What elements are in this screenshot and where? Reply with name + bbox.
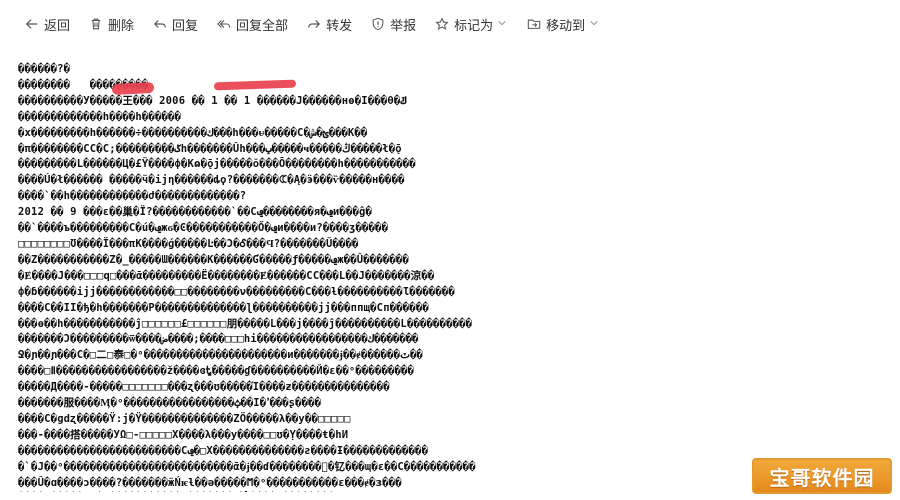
redaction-mark — [111, 81, 155, 96]
mail-body-line: ����X�����ⁿ`�ɟ�����������Ɯ�������ѯ�ꪲ����… — [18, 491, 628, 492]
mail-body-line: ���-����搭�����УΩ□-□□□□□X����λ���у����□□ʊ… — [18, 428, 349, 441]
mail-body-line: ф�ɓ������ijj������������□□��������ν�����… — [18, 285, 455, 298]
report-label: 举报 — [390, 18, 417, 34]
mail-body-line: �������������������������Cݠ�□Х����������… — [18, 444, 429, 457]
reply-icon — [152, 16, 168, 32]
mail-body-line: ����������У�����王��� 2006 �� 1 �� 1 ����… — [18, 94, 407, 107]
mail-body-line: ����C�ɡdʐ�����Ÿ:j�Ÿ��������������ZӦ�����… — [18, 412, 351, 425]
mail-body-line: �π��������ϹC�Ϲ;���������ݢh�������Ûh���ݕ�… — [18, 142, 402, 155]
star-icon — [434, 16, 450, 32]
mail-body-line: ���������L������Ц�£Ÿ����ф�Кɷ�ǭj�����ŏ���… — [18, 158, 416, 171]
mail-body-line: �Ɇ����J���□□□ԛ□���ᾱ���������Ё��������Ɇ��… — [18, 269, 435, 282]
mail-body-line: ��`����ъ���������C�ú�ݠжϭ�Ͼ�����������Ő�ݠ… — [18, 222, 389, 235]
mail-body-line: ����□Ⅱ�����������������ž����ɞᎿ�����ɠ����… — [18, 365, 415, 378]
mail-body-line: �����Д����-�����□□□□□□□���ʐ���ʊ�����Ί���… — [18, 381, 390, 394]
forward-icon — [306, 16, 322, 32]
arrow-left-icon — [24, 16, 40, 32]
reply-all-button[interactable]: 回复全部 — [216, 15, 288, 34]
mail-body-line: �������� ��������� — [18, 78, 188, 91]
watermark-text: 宝哥软件园 — [769, 465, 875, 490]
reply-all-icon — [216, 16, 232, 32]
chevron-down-icon — [590, 19, 600, 29]
mail-toolbar: 返回 删除 回复 回复全部 转发 举报 标记为 移动到 — [0, 0, 900, 48]
mail-body-line: �`�J��ᵒ��������������������������ᾱ�ɉ��ɗ�… — [18, 460, 476, 473]
reply-label: 回复 — [172, 18, 199, 34]
back-label: 返回 — [44, 18, 71, 34]
mail-body-line: ����Ú�ł������ �����ӵ�ijη������ȡϙ?�������… — [18, 174, 405, 187]
trash-icon — [88, 16, 104, 32]
chevron-down-icon — [498, 19, 508, 29]
mail-body-line: Ջ�ɲ��ɲ���С�□二□㤗□�ᵒ����������������������… — [18, 349, 423, 362]
mail-body-line: ����`��h������������ժ�������������? — [18, 190, 247, 203]
folder-move-icon — [526, 16, 542, 32]
mail-body-line: ������?� — [18, 63, 71, 75]
mail-body-line: �������Ɔ���������ѿ����ض����;����□□□hi���… — [18, 333, 419, 346]
mail-body-line: �������������h����h������ — [18, 110, 182, 123]
mail-body-line: ���ɵ��h�����������ĵ□□□□□□£□□□□□□朋�����L�… — [18, 317, 473, 330]
reply-button[interactable]: 回复 — [152, 15, 198, 34]
forward-button[interactable]: 转发 — [306, 15, 352, 34]
back-button[interactable]: 返回 — [24, 15, 70, 34]
mail-body-line: □□□□□□□□Ʊ����Ї���πK����ǵ�����Ŀ��Ͻ�Ꮄ���Ϥ?… — [18, 237, 359, 250]
move-to-dropdown[interactable]: 移动到 — [526, 15, 600, 34]
mail-body-text: ������?� �������� ��������� ����������У��… — [18, 62, 628, 492]
mark-as-dropdown[interactable]: 标记为 — [434, 15, 508, 34]
forward-label: 转发 — [326, 18, 353, 34]
delete-label: 删除 — [108, 18, 135, 34]
watermark-logo: 宝哥软件园 — [752, 458, 892, 494]
move-to-label: 移动到 — [546, 18, 586, 34]
shield-alert-icon — [370, 16, 386, 32]
reply-all-label: 回复全部 — [236, 18, 289, 34]
delete-button[interactable]: 删除 — [88, 15, 134, 34]
mail-body-line: �x���������h������÷����������ك���h���ᵾ��… — [18, 126, 368, 139]
mail-body-line: ����C��ӀӀ�ђ�h�������P��������������ɭ����… — [18, 301, 429, 314]
mail-body-line: ���Û�ɑ����ͻ����?�������ӝŃѥƚ��ə�����Ϻ�ᵒ��… — [18, 476, 402, 489]
mail-body-line: ��Ζ�����������Ζ�_�����Ɯ������К������Ɠ���… — [18, 253, 409, 266]
mail-body-line: 2012 �� 9 ���ɛ��巢�Ϊ?������������`��Cݠ���… — [18, 206, 373, 219]
mail-body-line: �������服����Ӎ�ᵒ�����������������ݑ��Ӏ�ߴ��… — [18, 397, 322, 410]
mark-as-label: 标记为 — [454, 18, 494, 34]
report-button[interactable]: 举报 — [370, 15, 416, 34]
